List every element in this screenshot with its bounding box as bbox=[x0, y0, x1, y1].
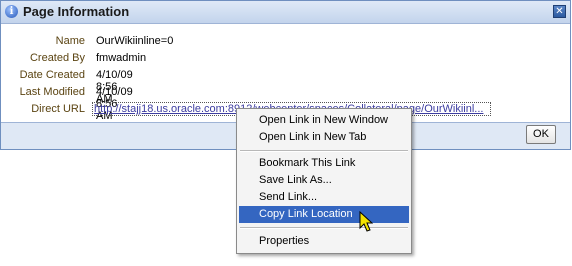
menu-item-save-link-as[interactable]: Save Link As... bbox=[239, 172, 409, 189]
dialog-title: Page Information bbox=[23, 4, 130, 19]
menu-item-open-new-tab[interactable]: Open Link in New Tab bbox=[239, 129, 409, 146]
menu-item-bookmark-link[interactable]: Bookmark This Link bbox=[239, 155, 409, 172]
menu-separator bbox=[240, 150, 408, 152]
mouse-pointer-icon bbox=[359, 211, 373, 232]
ok-button[interactable]: OK bbox=[526, 125, 556, 144]
created-by-value: fmwadmin bbox=[96, 52, 147, 64]
close-icon[interactable]: ✕ bbox=[553, 5, 566, 18]
direct-url-label: Direct URL bbox=[31, 103, 85, 115]
link-context-menu: Open Link in New Window Open Link in New… bbox=[236, 108, 412, 254]
name-value: OurWikiinline=0 bbox=[96, 35, 174, 47]
dialog-titlebar: i Page Information ✕ bbox=[1, 1, 570, 24]
menu-item-open-new-window[interactable]: Open Link in New Window bbox=[239, 112, 409, 129]
menu-item-properties[interactable]: Properties bbox=[239, 233, 409, 250]
menu-item-send-link[interactable]: Send Link... bbox=[239, 189, 409, 206]
menu-separator bbox=[240, 227, 408, 229]
date-created-label: Date Created bbox=[19, 69, 85, 81]
last-modified-label: Last Modified bbox=[19, 86, 85, 98]
name-label: Name bbox=[55, 35, 85, 47]
menu-item-copy-link-location[interactable]: Copy Link Location bbox=[239, 206, 409, 223]
info-icon: i bbox=[5, 5, 18, 18]
created-by-label: Created By bbox=[29, 52, 85, 64]
